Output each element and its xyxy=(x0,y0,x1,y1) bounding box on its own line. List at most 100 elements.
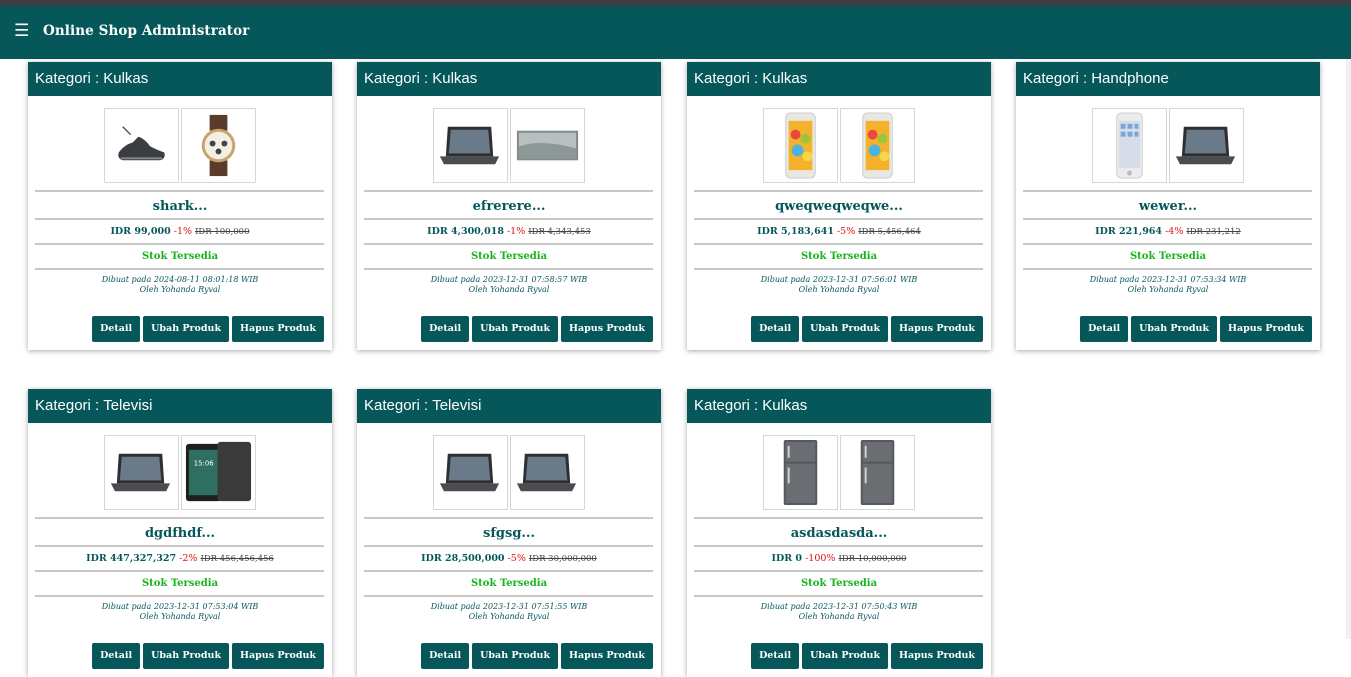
laptop-image[interactable] xyxy=(433,108,508,183)
product-images xyxy=(687,435,991,511)
card-category-header: Kategori : Televisi xyxy=(357,389,661,423)
product-price-line: IDR 221,964 -4% IDR 231,212 xyxy=(1016,226,1320,237)
laptop-image[interactable] xyxy=(104,435,179,510)
stock-status: Stok Tersedia xyxy=(470,578,548,589)
created-author: Oleh Yohanda Ryval xyxy=(798,285,880,294)
sneaker-image[interactable] xyxy=(104,108,179,183)
tablet-image[interactable]: 15:06 xyxy=(181,435,256,510)
category-value: Televisi xyxy=(432,397,482,414)
detail-button[interactable]: Detail xyxy=(92,316,141,342)
edit-product-button[interactable]: Ubah Produk xyxy=(472,316,559,342)
detail-button[interactable]: Detail xyxy=(1080,316,1129,342)
divider xyxy=(694,190,983,192)
divider xyxy=(35,218,324,220)
navbar: ☰ Online Shop Administrator xyxy=(0,6,1351,59)
divider xyxy=(1023,243,1312,245)
edit-product-button[interactable]: Ubah Produk xyxy=(802,316,889,342)
card-actions: Detail Ubah Produk Hapus Produk xyxy=(748,316,983,342)
divider xyxy=(35,595,324,597)
discount-percent: -1% xyxy=(173,226,193,237)
divider xyxy=(694,218,983,220)
category-prefix-label: Kategori : xyxy=(35,70,100,87)
divider xyxy=(694,570,983,572)
original-price: IDR 4,343,453 xyxy=(528,227,591,237)
current-price: IDR 447,327,327 xyxy=(86,553,177,564)
detail-button[interactable]: Detail xyxy=(751,643,800,669)
created-date: Dibuat pada 2023-12-31 07:53:04 WIB xyxy=(101,602,259,611)
page-scrollbar[interactable] xyxy=(1346,59,1351,639)
refrigerator-image[interactable] xyxy=(840,435,915,510)
original-price: IDR 456,456,456 xyxy=(200,554,274,564)
divider xyxy=(1023,218,1312,220)
detail-button[interactable]: Detail xyxy=(421,316,470,342)
detail-button[interactable]: Detail xyxy=(751,316,800,342)
card-actions: Detail Ubah Produk Hapus Produk xyxy=(89,316,324,342)
smartphone-image[interactable] xyxy=(763,108,838,183)
discount-percent: -2% xyxy=(179,553,198,564)
created-author: Oleh Yohanda Ryval xyxy=(139,612,221,621)
created-author: Oleh Yohanda Ryval xyxy=(139,285,221,294)
discount-percent: -4% xyxy=(1165,226,1184,237)
laptop-image[interactable] xyxy=(433,435,508,510)
stock-status: Stok Tersedia xyxy=(800,578,878,589)
edit-product-button[interactable]: Ubah Produk xyxy=(143,316,230,342)
detail-button[interactable]: Detail xyxy=(421,643,470,669)
divider xyxy=(694,268,983,270)
discount-percent: -1% xyxy=(506,226,526,237)
product-name: dgdfhdf... xyxy=(144,526,216,541)
current-price: IDR 0 xyxy=(771,553,803,564)
created-info: Dibuat pada 2023-12-31 07:50:43 WIB Oleh … xyxy=(687,602,991,622)
laptop-image[interactable] xyxy=(1169,108,1244,183)
edit-product-button[interactable]: Ubah Produk xyxy=(143,643,230,669)
category-prefix-label: Kategori : xyxy=(694,70,759,87)
product-price-line: IDR 0 -100% IDR 10,000,000 xyxy=(687,553,991,564)
product-card: Kategori : Televisi 15:06 dgdfhdf... IDR … xyxy=(28,389,332,677)
product-images xyxy=(1016,108,1320,184)
edit-product-button[interactable]: Ubah Produk xyxy=(1131,316,1218,342)
created-author: Oleh Yohanda Ryval xyxy=(1127,285,1209,294)
divider xyxy=(364,545,653,547)
refrigerator-image[interactable] xyxy=(763,435,838,510)
delete-product-button[interactable]: Hapus Produk xyxy=(561,316,653,342)
delete-product-button[interactable]: Hapus Produk xyxy=(232,316,324,342)
detail-button[interactable]: Detail xyxy=(92,643,141,669)
hamburger-menu-icon[interactable]: ☰ xyxy=(14,21,29,41)
edit-product-button[interactable]: Ubah Produk xyxy=(802,643,889,669)
product-images: 15:06 xyxy=(28,435,332,511)
stock-status: Stok Tersedia xyxy=(141,578,219,589)
delete-product-button[interactable]: Hapus Produk xyxy=(561,643,653,669)
product-name: asdasdasda... xyxy=(790,526,888,541)
divider xyxy=(35,570,324,572)
product-card: Kategori : Kulkas qweqweqweqwe... IDR 5,1… xyxy=(687,62,991,350)
television-image[interactable] xyxy=(510,108,585,183)
created-date: Dibuat pada 2023-12-31 07:58:57 WIB xyxy=(430,275,588,284)
product-price-line: IDR 28,500,000 -5% IDR 30,000,000 xyxy=(357,553,661,564)
product-name: shark... xyxy=(152,199,208,214)
divider xyxy=(35,243,324,245)
card-category-header: Kategori : Kulkas xyxy=(357,62,661,96)
svg-text:15:06: 15:06 xyxy=(194,460,214,468)
current-price: IDR 99,000 xyxy=(110,226,171,237)
delete-product-button[interactable]: Hapus Produk xyxy=(232,643,324,669)
smartphone-image[interactable] xyxy=(840,108,915,183)
product-images xyxy=(357,108,661,184)
created-author: Oleh Yohanda Ryval xyxy=(468,612,550,621)
divider xyxy=(364,243,653,245)
laptop-image[interactable] xyxy=(510,435,585,510)
divider xyxy=(35,517,324,519)
delete-product-button[interactable]: Hapus Produk xyxy=(891,643,983,669)
delete-product-button[interactable]: Hapus Produk xyxy=(891,316,983,342)
created-date: Dibuat pada 2024-08-11 08:01:18 WIB xyxy=(101,275,259,284)
card-category-header: Kategori : Kulkas xyxy=(28,62,332,96)
current-price: IDR 4,300,018 xyxy=(427,226,504,237)
delete-product-button[interactable]: Hapus Produk xyxy=(1220,316,1312,342)
divider xyxy=(1023,190,1312,192)
edit-product-button[interactable]: Ubah Produk xyxy=(472,643,559,669)
created-info: Dibuat pada 2023-12-31 07:51:55 WIB Oleh … xyxy=(357,602,661,622)
iphone-image[interactable] xyxy=(1092,108,1167,183)
card-actions: Detail Ubah Produk Hapus Produk xyxy=(418,316,653,342)
wristwatch-image[interactable] xyxy=(181,108,256,183)
category-value: Kulkas xyxy=(762,70,808,87)
product-name: efrerere... xyxy=(472,199,546,214)
discount-percent: -5% xyxy=(507,553,526,564)
